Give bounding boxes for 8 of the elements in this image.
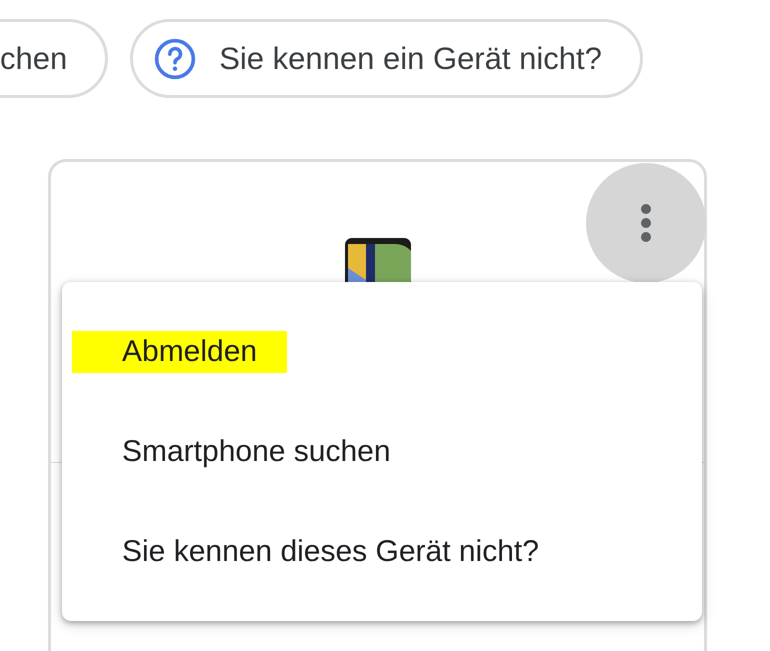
menu-item[interactable]: Abmelden xyxy=(72,331,288,373)
more-vertical-icon xyxy=(640,203,652,243)
chip-button[interactable]: chen xyxy=(0,19,108,98)
menu-item[interactable]: Smartphone suchen xyxy=(122,435,391,469)
chip-button[interactable]: Sie kennen ein Gerät nicht? xyxy=(130,19,643,98)
more-options-button[interactable] xyxy=(586,163,706,283)
menu-item[interactable]: Sie kennen dieses Gerät nicht? xyxy=(122,535,539,569)
help-icon xyxy=(153,36,198,80)
